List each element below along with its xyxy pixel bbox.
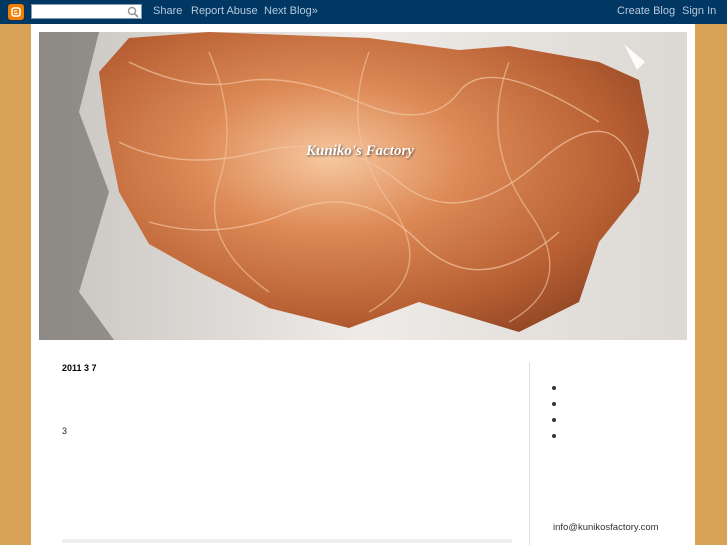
search-icon[interactable] [127, 6, 139, 18]
blog-title[interactable]: Kuniko's Factory [306, 143, 414, 160]
report-abuse-link[interactable]: Report Abuse [191, 5, 258, 17]
contact-email[interactable]: info@kunikosfactory.com [553, 522, 659, 533]
post-body: 3 [62, 426, 68, 436]
bullet-icon [552, 418, 556, 422]
blogger-logo-icon[interactable] [8, 4, 24, 20]
sidebar-divider [529, 362, 530, 545]
search-input[interactable] [31, 4, 142, 19]
next-blog-link[interactable]: Next Blog» [264, 5, 318, 17]
header-image[interactable]: Kuniko's Factory [39, 32, 687, 340]
bullet-icon [552, 386, 556, 390]
post-date: 2011 3 7 [62, 363, 97, 373]
sign-in-link[interactable]: Sign In [682, 5, 716, 17]
blogger-navbar: Share Report Abuse Next Blog» Create Blo… [0, 0, 727, 24]
create-blog-link[interactable]: Create Blog [617, 5, 675, 17]
share-link[interactable]: Share [153, 5, 182, 17]
bullet-icon [552, 402, 556, 406]
post-footer-divider [62, 539, 512, 543]
leather-wall-art-image [39, 32, 687, 340]
bullet-icon [552, 434, 556, 438]
blog-page: Kuniko's Factory 2011 3 7 3 info@kunikos… [31, 24, 695, 545]
